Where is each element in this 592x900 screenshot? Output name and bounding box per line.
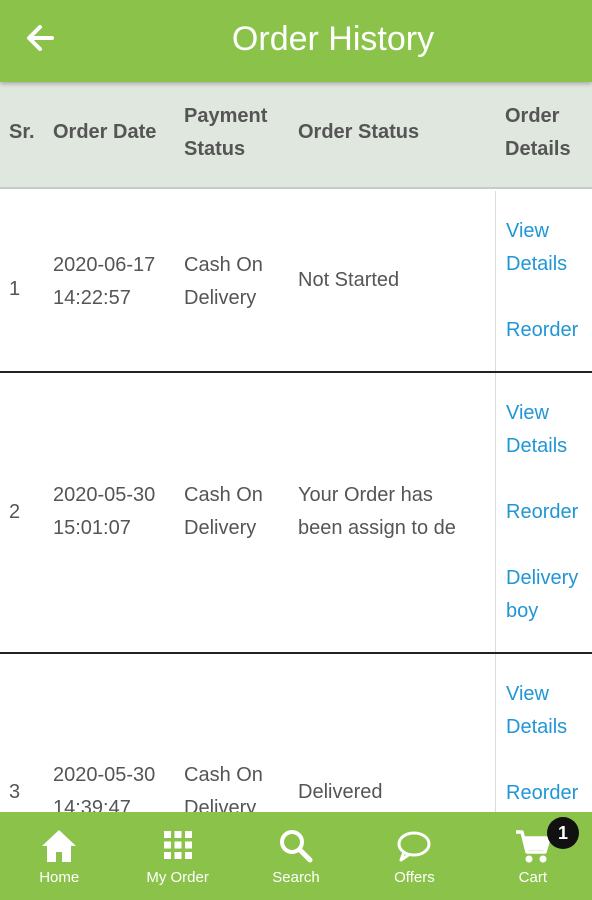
bottom-navigation: Home My Order Search Offers Cart bbox=[0, 812, 592, 900]
grid-icon bbox=[163, 831, 192, 859]
nav-label: Home bbox=[39, 869, 80, 886]
payment-status-cell: Cash On Delivery bbox=[184, 764, 263, 812]
order-status-cell: Not Started bbox=[298, 269, 400, 291]
sr-cell: 2 bbox=[9, 501, 21, 523]
table-row: 2 2020-05-30 15:01:07 Cash On Delivery Y… bbox=[0, 373, 592, 654]
nav-label: Cart bbox=[518, 869, 547, 886]
order-status-cell: Your Order has been assign to de bbox=[298, 484, 456, 539]
nav-search[interactable]: Search bbox=[237, 812, 355, 900]
column-header-order-status: Order Status bbox=[298, 121, 420, 143]
column-header-order-date: Order Date bbox=[53, 121, 157, 143]
search-icon bbox=[280, 830, 313, 863]
nav-label: Search bbox=[272, 869, 320, 886]
nav-label: My Order bbox=[146, 869, 209, 886]
reorder-link[interactable]: Reorder bbox=[506, 314, 578, 347]
reorder-link[interactable]: Reorder bbox=[506, 777, 578, 810]
payment-status-cell: Cash On Delivery bbox=[184, 484, 263, 539]
chat-bubble-icon bbox=[397, 831, 431, 862]
sr-cell: 3 bbox=[9, 781, 21, 803]
column-header-sr: Sr. bbox=[9, 121, 35, 143]
page-title: Order History bbox=[231, 20, 435, 58]
view-details-link[interactable]: View Details bbox=[506, 397, 567, 463]
order-date-cell: 2020-05-30 15:01:07 bbox=[53, 484, 156, 539]
nav-home[interactable]: Home bbox=[0, 812, 118, 900]
order-details-cell: View Details Reorder Delivery boy bbox=[495, 373, 592, 652]
table-header-row: Sr. Order Date Payment Status Order Stat… bbox=[0, 82, 592, 189]
home-icon bbox=[42, 830, 77, 862]
view-details-link[interactable]: View Details bbox=[506, 678, 567, 744]
column-header-payment-status: Payment Status bbox=[184, 105, 268, 160]
order-details-cell: View Details Reorder bbox=[495, 191, 592, 371]
nav-my-order[interactable]: My Order bbox=[118, 812, 236, 900]
table-row: 1 2020-06-17 14:22:57 Cash On Delivery N… bbox=[0, 191, 592, 373]
order-date-cell: 2020-06-17 14:22:57 bbox=[53, 254, 156, 309]
delivery-boy-link[interactable]: Delivery boy bbox=[506, 562, 578, 628]
column-header-order-details: Order Details bbox=[505, 105, 571, 160]
order-details-cell: View Details Reorder bbox=[495, 654, 592, 812]
cart-count-badge: 1 bbox=[547, 817, 579, 849]
order-status-cell: Delivered bbox=[298, 781, 383, 803]
nav-offers[interactable]: Offers bbox=[355, 812, 473, 900]
reorder-link[interactable]: Reorder bbox=[506, 496, 578, 529]
payment-status-cell: Cash On Delivery bbox=[184, 254, 263, 309]
order-history-table[interactable]: Sr. Order Date Payment Status Order Stat… bbox=[0, 82, 592, 812]
order-date-cell: 2020-05-30 14:39:47 bbox=[53, 764, 156, 812]
nav-label: Offers bbox=[394, 869, 435, 886]
sr-cell: 1 bbox=[9, 278, 21, 300]
table-row: 3 2020-05-30 14:39:47 Cash On Delivery D… bbox=[0, 654, 592, 812]
app-bar: Order History bbox=[0, 0, 592, 82]
view-details-link[interactable]: View Details bbox=[506, 215, 567, 281]
